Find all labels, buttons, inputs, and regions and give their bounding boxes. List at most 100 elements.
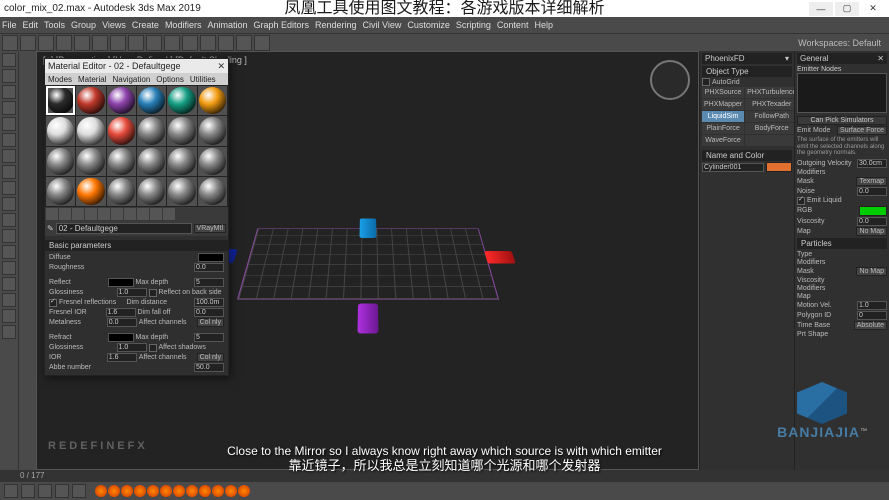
material-swatch-8[interactable]	[107, 116, 136, 145]
name-color-rollout[interactable]: Name and Color	[702, 150, 792, 161]
mat-menu-navigation[interactable]: Navigation	[112, 75, 150, 84]
material-swatch-21[interactable]	[137, 177, 166, 206]
tool-icon[interactable]	[2, 69, 16, 83]
basic-params-rollout[interactable]: Basic parameters	[45, 240, 228, 251]
phx-icon[interactable]	[121, 485, 133, 497]
material-swatch-19[interactable]	[76, 177, 105, 206]
emit-mode-dropdown[interactable]: Surface Force	[837, 126, 887, 135]
diffuse-swatch[interactable]	[198, 253, 224, 262]
tool-icon[interactable]	[2, 277, 16, 291]
phoenixfd-header[interactable]: PhoenixFD▾	[702, 53, 792, 64]
rotate-button[interactable]	[110, 35, 126, 51]
scale-button[interactable]	[128, 35, 144, 51]
mat-tool-icon[interactable]	[150, 208, 162, 220]
dim-falloff-field[interactable]	[194, 308, 224, 317]
mat-tool-icon[interactable]	[98, 208, 110, 220]
material-swatch-7[interactable]	[76, 116, 105, 145]
link-button[interactable]	[38, 35, 54, 51]
refract-swatch[interactable]	[108, 333, 134, 342]
ior-field[interactable]	[107, 353, 137, 362]
material-type-button[interactable]: VRayMtl	[194, 224, 226, 233]
affect-channels-dropdown[interactable]: Col nly	[197, 318, 224, 327]
mat-menu-material[interactable]: Material	[78, 75, 106, 84]
menu-civilview[interactable]: Civil View	[363, 20, 402, 30]
obj-type-phxturbulence[interactable]: PHXTurbulence	[745, 87, 798, 98]
material-swatch-16[interactable]	[167, 147, 196, 176]
tool-icon[interactable]	[2, 229, 16, 243]
affect-shadows-checkbox[interactable]	[149, 344, 157, 352]
menu-edit[interactable]: Edit	[23, 20, 39, 30]
outgoing-vel-field[interactable]	[857, 159, 887, 168]
tool-icon[interactable]	[2, 261, 16, 275]
mat-menu-modes[interactable]: Modes	[48, 75, 72, 84]
fresnel-checkbox[interactable]	[49, 299, 57, 307]
menu-create[interactable]: Create	[132, 20, 159, 30]
material-swatch-1[interactable]	[76, 86, 105, 115]
cylinder-cyan[interactable]	[359, 218, 376, 238]
mat-tool-icon[interactable]	[163, 208, 175, 220]
render-setup-button[interactable]	[236, 35, 252, 51]
obj-type-plainforce[interactable]: PlainForce	[702, 123, 744, 134]
menu-grapheditors[interactable]: Graph Editors	[253, 20, 309, 30]
material-editor-button[interactable]	[218, 35, 234, 51]
workspace-selector[interactable]: Workspaces: Default	[798, 38, 881, 48]
material-swatch-10[interactable]	[167, 116, 196, 145]
phx-icon[interactable]	[199, 485, 211, 497]
tool-icon[interactable]	[2, 149, 16, 163]
metalness-field[interactable]	[107, 318, 137, 327]
next-frame-button[interactable]	[55, 484, 69, 498]
dim-distance-field[interactable]	[194, 298, 224, 307]
phx-icon[interactable]	[212, 485, 224, 497]
tool-icon[interactable]	[2, 181, 16, 195]
general-header[interactable]: General✕	[797, 53, 887, 64]
cylinder-magenta[interactable]	[357, 303, 378, 333]
viscosity-field[interactable]	[857, 217, 887, 226]
menu-tools[interactable]: Tools	[44, 20, 65, 30]
reflect-swatch[interactable]	[108, 278, 134, 287]
fresnel-ior-field[interactable]	[106, 308, 136, 317]
unlink-button[interactable]	[56, 35, 72, 51]
select-button[interactable]	[74, 35, 90, 51]
object-type-rollout[interactable]: Object Type	[702, 66, 792, 77]
tool-icon[interactable]	[2, 309, 16, 323]
material-swatch-3[interactable]	[137, 86, 166, 115]
menu-modifiers[interactable]: Modifiers	[165, 20, 202, 30]
mirror-button[interactable]	[182, 35, 198, 51]
object-color-swatch[interactable]	[766, 162, 792, 172]
phx-icon[interactable]	[225, 485, 237, 497]
menu-rendering[interactable]: Rendering	[315, 20, 357, 30]
phx-icon[interactable]	[160, 485, 172, 497]
noise-field[interactable]	[857, 187, 887, 196]
material-swatch-23[interactable]	[198, 177, 227, 206]
material-swatch-13[interactable]	[76, 147, 105, 176]
roughness-field[interactable]	[194, 263, 224, 272]
material-swatch-17[interactable]	[198, 147, 227, 176]
cylinder-red[interactable]	[484, 250, 516, 263]
tool-icon[interactable]	[2, 165, 16, 179]
redo-button[interactable]	[20, 35, 36, 51]
menu-help[interactable]: Help	[534, 20, 553, 30]
mat-tool-icon[interactable]	[85, 208, 97, 220]
material-swatch-0[interactable]	[46, 86, 75, 115]
tool-icon[interactable]	[2, 133, 16, 147]
material-swatch-6[interactable]	[46, 116, 75, 145]
object-name-field[interactable]	[702, 163, 764, 172]
obj-type-phxsource[interactable]: PHXSource	[702, 87, 744, 98]
tool-icon[interactable]	[2, 197, 16, 211]
menu-animation[interactable]: Animation	[207, 20, 247, 30]
phx-icon[interactable]	[147, 485, 159, 497]
play-button[interactable]	[38, 484, 52, 498]
obj-type-phxtexader[interactable]: PHXTexader	[745, 99, 798, 110]
move-button[interactable]	[92, 35, 108, 51]
emit-liquid-checkbox[interactable]	[797, 197, 805, 205]
material-editor-titlebar[interactable]: Material Editor - 02 - Defaultgege ✕	[45, 59, 228, 73]
material-swatch-22[interactable]	[167, 177, 196, 206]
menu-views[interactable]: Views	[102, 20, 126, 30]
reflect-back-checkbox[interactable]	[149, 289, 157, 297]
material-swatch-14[interactable]	[107, 147, 136, 176]
mask-dropdown[interactable]: Texmap	[856, 177, 887, 186]
menu-content[interactable]: Content	[497, 20, 529, 30]
emitter-nodes-list[interactable]	[797, 73, 887, 113]
phx-icon[interactable]	[95, 485, 107, 497]
prev-frame-button[interactable]	[21, 484, 35, 498]
